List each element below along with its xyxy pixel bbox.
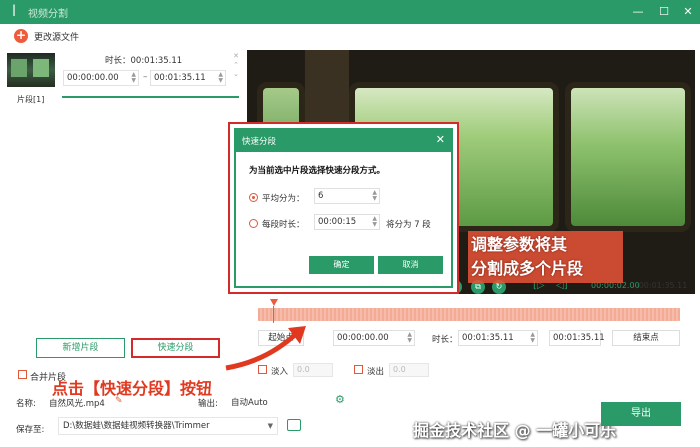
segment-start-input[interactable]: 00:00:00.00 ▲ ▼ <box>333 330 415 346</box>
merge-checkbox[interactable] <box>18 370 27 379</box>
segment-length-value: 00:00:15 <box>318 217 357 227</box>
annotation-arrow-icon <box>225 326 306 371</box>
annotation-right-line1: 调整参数将其 <box>471 235 568 254</box>
clip-duration: 时长：00:01:35.11 <box>105 56 183 66</box>
segment-length-input[interactable]: 00:00:15 ▲ ▼ <box>314 214 380 230</box>
change-source-button[interactable]: 更改源文件 <box>34 30 79 43</box>
fade-out-checkbox[interactable] <box>354 365 363 374</box>
range-dash: – <box>143 72 148 82</box>
fade-out-label: 淡出 <box>367 367 385 377</box>
quick-split-button[interactable]: 快速分段 <box>131 338 220 358</box>
minimize-button[interactable]: — <box>630 4 646 20</box>
export-button[interactable]: 导出 <box>601 402 681 426</box>
segment-count-note: 将分为 7 段 <box>386 220 431 230</box>
toolbar: + 更改源文件 <box>0 24 700 48</box>
dialog-title: 快速分段 <box>242 137 277 147</box>
segment-duration-input[interactable]: 00:01:35.11 ▲ ▼ <box>458 330 538 346</box>
close-button[interactable]: ✕ <box>680 4 696 20</box>
segment-duration-value: 00:01:35.11 <box>462 333 514 343</box>
folder-icon[interactable] <box>287 419 301 431</box>
gear-icon[interactable]: ⚙ <box>335 394 347 406</box>
edit-icon[interactable]: ✎ <box>115 396 123 406</box>
fade-out-input[interactable]: 0.0 <box>389 363 429 377</box>
clip-progress-line <box>62 96 239 98</box>
save-path-value: D:\数据蛙\数据蛙视频转换器\Trimmer <box>63 421 210 431</box>
output-format-select[interactable]: 自动Auto <box>231 396 268 408</box>
dialog-highlight: 快速分段 ✕ 为当前选中片段选择快速分段方式。 平均分为： 6 ▲ ▼ 每段时长：… <box>228 122 459 294</box>
segment-start-value: 00:00:00.00 <box>337 333 389 343</box>
stepper-icon[interactable]: ▲ ▼ <box>372 190 377 202</box>
video-frame-window <box>565 82 691 232</box>
name-value: 自然风光.mp4 <box>49 399 105 409</box>
radio-even-split[interactable] <box>249 193 258 202</box>
annotation-right-line2: 分割成多个片段 <box>471 259 584 278</box>
window-title: 视频分割 <box>28 9 68 20</box>
playhead-line <box>273 306 274 323</box>
clip-thumbnail[interactable] <box>7 53 55 87</box>
stepper-icon[interactable]: ▲ ▼ <box>530 332 535 344</box>
quick-split-dialog: 快速分段 ✕ 为当前选中片段选择快速分段方式。 平均分为： 6 ▲ ▼ 每段时长：… <box>234 128 453 288</box>
annotation-left: 点击【快速分段】按钮 <box>52 379 213 398</box>
save-label: 保存至: <box>16 425 45 435</box>
dialog-close-icon[interactable]: ✕ <box>436 133 445 146</box>
playhead-marker-icon[interactable] <box>270 299 278 306</box>
ok-button[interactable]: 确定 <box>309 256 374 274</box>
chevron-down-icon[interactable]: ▼ <box>268 418 273 434</box>
segment-length-label: 每段时长： <box>262 220 305 230</box>
name-label: 名称: <box>16 399 36 409</box>
output-label: 输出: <box>198 399 218 409</box>
stepper-icon[interactable]: ▲ ▼ <box>372 216 377 228</box>
app-logo-icon: ꟾ <box>12 5 16 19</box>
watermark: 掘金技术社区 @ 一罐小可乐 <box>413 421 617 440</box>
stepper-icon[interactable]: ▲ ▼ <box>407 332 412 344</box>
segment-duration-label: 时长： <box>432 335 458 345</box>
maximize-button[interactable]: ☐ <box>656 4 672 20</box>
fade-out-value: 0.0 <box>393 365 406 374</box>
segment-end-input[interactable]: 00:01:35.11 <box>549 330 605 346</box>
app-body: + 更改源文件 片段[1] 时长：00:01:35.11 00:00:00.00… <box>0 24 700 447</box>
timeline-track[interactable] <box>258 308 680 321</box>
even-split-value: 6 <box>318 191 324 201</box>
save-path-select[interactable]: D:\数据蛙\数据蛙视频转换器\Trimmer ▼ <box>58 417 278 435</box>
title-bar: ꟾ 视频分割 — ☐ ✕ <box>0 0 700 24</box>
stepper-icon[interactable]: ▲ ▼ <box>218 72 223 84</box>
clip-end-value: 00:01:35.11 <box>154 73 206 83</box>
clip-side-icons[interactable]: ✕ ⌃ ⌄ <box>231 52 241 79</box>
dialog-prompt: 为当前选中片段选择快速分段方式。 <box>249 166 386 176</box>
stepper-icon[interactable]: ▲ ▼ <box>131 72 136 84</box>
radio-segment-length[interactable] <box>249 219 258 228</box>
set-end-button[interactable]: 结束点 <box>612 330 680 346</box>
clip-start-input[interactable]: 00:00:00.00 ▲ ▼ <box>63 70 139 86</box>
dialog-header: 快速分段 ✕ <box>236 130 451 152</box>
cancel-button[interactable]: 取消 <box>378 256 443 274</box>
annotation-right: 调整参数将其 分割成多个片段 <box>471 233 583 281</box>
timeline-selection <box>258 308 680 321</box>
clip-label: 片段[1] <box>17 95 45 104</box>
total-time: /00:01:35.11 <box>636 281 688 290</box>
segment-end-value: 00:01:35.11 <box>553 333 605 343</box>
add-source-icon[interactable]: + <box>14 29 28 43</box>
new-segment-button[interactable]: 新增片段 <box>36 338 125 358</box>
even-split-label: 平均分为： <box>262 194 305 204</box>
clip-end-input[interactable]: 00:01:35.11 ▲ ▼ <box>150 70 226 86</box>
even-split-input[interactable]: 6 ▲ ▼ <box>314 188 380 204</box>
clip-start-value: 00:00:00.00 <box>67 73 119 83</box>
